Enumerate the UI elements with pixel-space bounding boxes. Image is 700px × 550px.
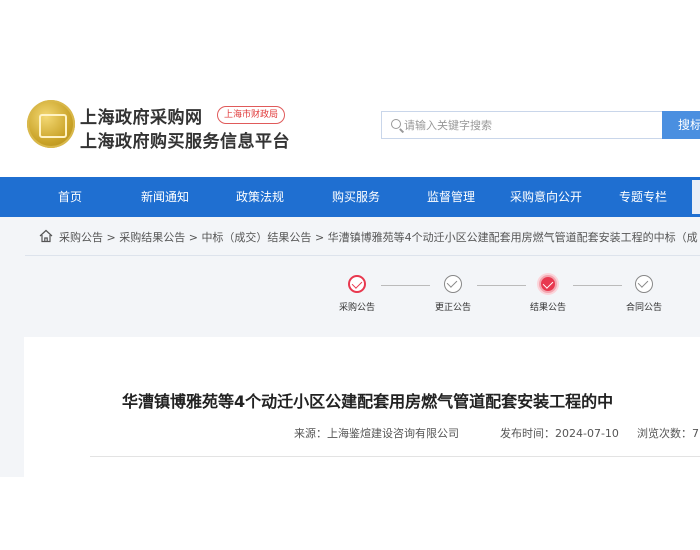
finance-bureau-badge: 上海市财政局 xyxy=(217,106,286,124)
breadcrumb-separator: > xyxy=(188,231,198,244)
breadcrumb-item-results[interactable]: 采购结果公告 xyxy=(119,231,185,244)
article-title: 华漕镇博雅苑等4个动迁小区公建配套用房燃气管道配套安装工程的中 xyxy=(122,392,614,411)
article-views: 浏览次数：7 xyxy=(637,427,699,440)
search-icon xyxy=(391,119,401,129)
article-source: 来源：上海鉴煊建设咨询有限公司 xyxy=(294,427,459,440)
main-nav: 首页 新闻通知 政策法规 购买服务 监督管理 采购意向公开 专题专栏 xyxy=(0,177,700,217)
site-title-line1[interactable]: 上海政府采购网 xyxy=(80,103,203,128)
nav-item-intention[interactable]: 采购意向公开 xyxy=(510,177,582,217)
step-label-contract[interactable]: 合同公告 xyxy=(626,300,662,313)
nav-item-purchase-service[interactable]: 购买服务 xyxy=(332,177,380,217)
step-label-announcement[interactable]: 采购公告 xyxy=(339,300,375,313)
emblem-logo-icon[interactable] xyxy=(27,100,75,148)
search-button[interactable]: 搜标 xyxy=(662,111,700,139)
search-input[interactable] xyxy=(404,114,654,136)
site-title-line2[interactable]: 上海政府购买服务信息平台 xyxy=(80,127,290,152)
nav-item-supervision[interactable]: 监督管理 xyxy=(427,177,475,217)
step-check-icon[interactable] xyxy=(635,275,653,293)
breadcrumb-item-announcement[interactable]: 采购公告 xyxy=(59,231,103,244)
step-check-icon[interactable] xyxy=(444,275,462,293)
step-connector xyxy=(381,285,430,286)
step-label-correction[interactable]: 更正公告 xyxy=(435,300,471,313)
breadcrumb-item-award[interactable]: 中标（成交）结果公告 xyxy=(201,231,311,244)
article-publish-time: 发布时间：2024-07-10 xyxy=(500,427,619,440)
step-check-icon[interactable] xyxy=(348,275,366,293)
breadcrumb-divider xyxy=(25,255,700,256)
breadcrumb-separator: > xyxy=(314,231,325,244)
breadcrumb-item-current: 华漕镇博雅苑等4个动迁小区公建配套用房燃气管道配套安装工程的中标（成 xyxy=(327,231,698,244)
step-connector xyxy=(477,285,526,286)
step-current-icon[interactable] xyxy=(539,275,557,293)
breadcrumb-separator: > xyxy=(106,231,116,244)
nav-item-special[interactable]: 专题专栏 xyxy=(619,177,667,217)
nav-scroll-edge xyxy=(692,180,700,214)
article-divider xyxy=(90,456,700,457)
nav-item-news[interactable]: 新闻通知 xyxy=(141,177,189,217)
home-icon[interactable] xyxy=(39,229,53,243)
breadcrumb: 采购公告 > 采购结果公告 > 中标（成交）结果公告 > 华漕镇博雅苑等4个动迁… xyxy=(59,229,698,245)
nav-item-home[interactable]: 首页 xyxy=(58,177,82,217)
step-label-result[interactable]: 结果公告 xyxy=(530,300,566,313)
step-connector xyxy=(573,285,622,286)
nav-item-policy[interactable]: 政策法规 xyxy=(236,177,284,217)
